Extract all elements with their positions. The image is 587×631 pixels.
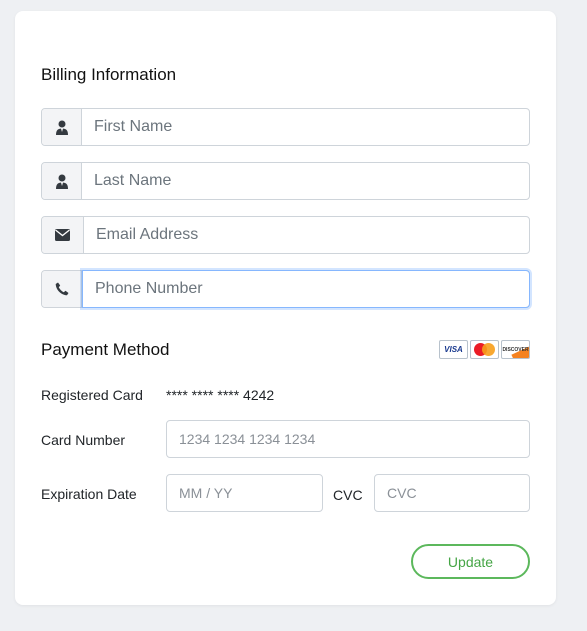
phone-icon [42,271,82,307]
last-name-group [41,162,530,200]
first-name-input[interactable] [82,109,529,145]
email-group [41,216,530,254]
visa-logo-text: VISA [444,345,463,354]
mastercard-logo [470,340,499,359]
billing-card: Billing Information Payment Method VISA … [15,11,556,605]
last-name-input[interactable] [82,163,529,199]
expiration-date-input[interactable] [166,474,323,512]
email-input[interactable] [84,217,529,253]
phone-input[interactable] [82,270,530,308]
expiration-date-label: Expiration Date [41,486,137,502]
update-button[interactable]: Update [411,544,530,579]
cvc-input[interactable] [374,474,530,512]
cvc-label: CVC [333,487,363,503]
visa-logo: VISA [439,340,468,359]
user-icon [42,163,82,199]
phone-group [41,270,530,308]
registered-card-value: **** **** **** 4242 [166,387,275,403]
envelope-icon [42,217,84,253]
card-logos: VISA DISCOVER [439,340,530,359]
first-name-group [41,108,530,146]
card-number-label: Card Number [41,432,126,448]
discover-logo: DISCOVER [501,340,530,359]
payment-title: Payment Method [41,340,170,359]
billing-title: Billing Information [41,65,177,84]
discover-logo-text: DISCOVER [502,346,529,353]
registered-card-label: Registered Card [41,387,143,403]
user-icon [42,109,82,145]
card-number-input[interactable] [166,420,530,458]
